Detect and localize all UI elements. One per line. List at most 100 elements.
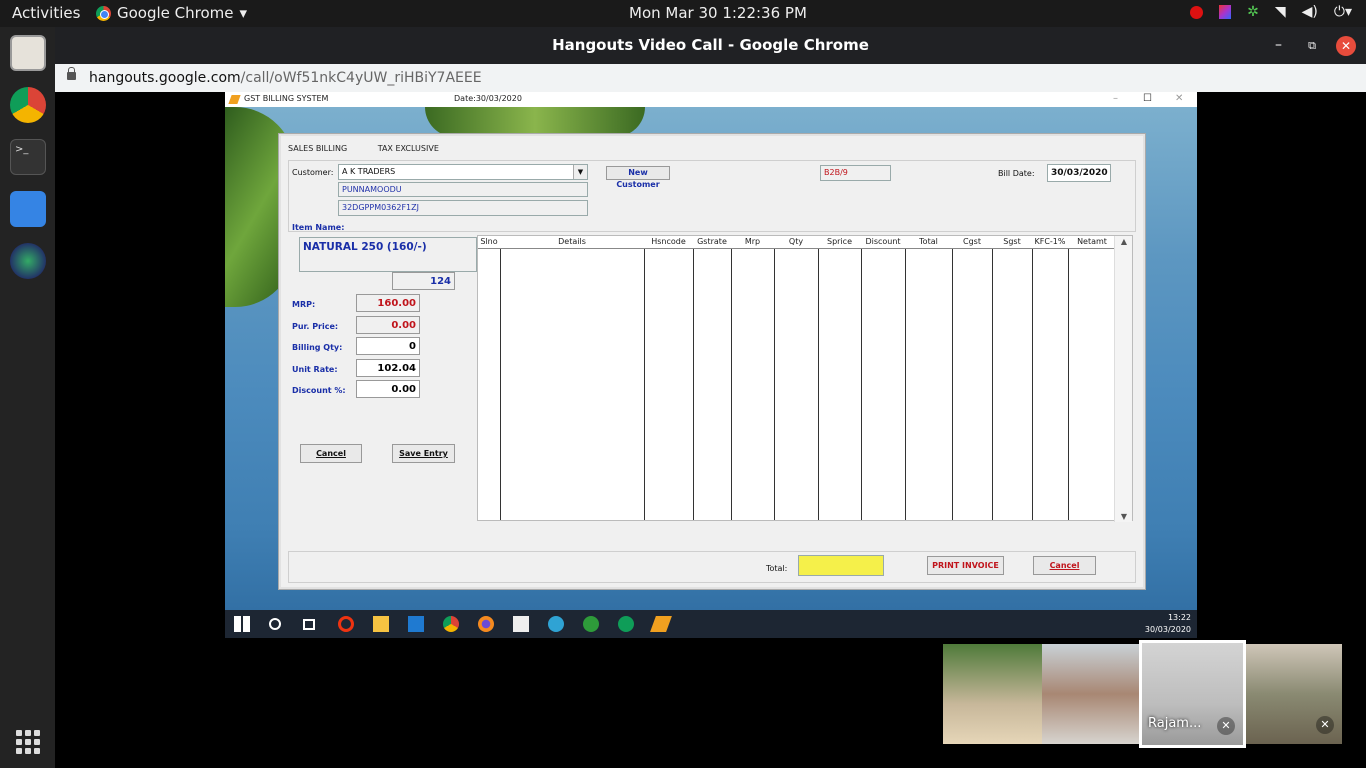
globe-icon[interactable] [10,243,46,279]
address-bar[interactable]: hangouts.google.com/call/oWf51nkC4yUW_ri… [55,64,1366,92]
opera-icon[interactable] [338,616,354,632]
participant-name: Rajam... [1148,716,1202,731]
col-header-slno[interactable]: Slno [478,236,500,249]
unit-rate-label: Unit Rate: [292,365,338,374]
col-header-hsncode[interactable]: Hsncode [644,236,693,249]
app-menu[interactable]: Google Chrome ▾ [96,4,247,22]
print-invoice-button[interactable]: PRINT INVOICE [927,556,1004,575]
participant-tile[interactable] [943,644,1042,744]
total-label: Total: [766,564,788,573]
tab-tax-exclusive[interactable]: TAX EXCLUSIVE [378,144,439,153]
col-header-kfc[interactable]: KFC-1% [1032,236,1068,249]
cancel-entry-button[interactable]: Cancel [300,444,362,463]
billing-app-icon[interactable] [650,616,672,632]
search-circle-icon[interactable] [269,618,281,630]
app-title: GST BILLING SYSTEM [244,94,329,103]
system-tray[interactable]: ✲ ◥ ◀) ⏻▾ [1190,4,1352,20]
table-scrollbar[interactable]: ▲ ▼ [1114,236,1132,522]
url-path: /call/oWf51nkC4yUW_riHBiY7AEEE [240,70,482,86]
firefox-icon[interactable] [478,616,494,632]
app-logo-icon [228,95,241,104]
task-view-icon[interactable] [303,619,315,630]
mic-muted-icon: ✕ [1316,716,1334,734]
tab-sales-billing[interactable]: SALES BILLING [288,144,347,153]
url-domain: hangouts.google.com [89,70,241,86]
col-header-mrp[interactable]: Mrp [731,236,774,249]
wifi-icon[interactable]: ◥ [1275,4,1286,20]
cancel-entry-label: Cancel [316,449,346,458]
chrome-icon[interactable] [443,616,459,632]
column-divider [992,249,993,520]
app-close-button[interactable]: ✕ [1175,93,1183,104]
activities-button[interactable]: Activities [12,4,80,22]
volume-icon[interactable]: ◀) [1302,4,1318,20]
bill-code: B2B/9 [820,165,891,181]
customer-place: PUNNAMOODU [338,182,588,197]
chrome-icon [96,5,111,21]
shared-screen: GST BILLING SYSTEM Date:30/03/2020 – ☐ ✕… [225,92,1197,638]
notes-icon[interactable] [513,616,529,632]
participant-tile[interactable] [1042,644,1141,744]
windows-taskbar: 13:22 30/03/2020 [225,610,1197,638]
files-icon[interactable] [10,35,46,71]
cancel-button[interactable]: Cancel [1033,556,1096,575]
col-header-cgst[interactable]: Cgst [952,236,992,249]
app-date: Date:30/03/2020 [454,94,522,103]
taskbar-clock[interactable]: 13:22 30/03/2020 [1145,612,1191,636]
participant-tile[interactable]: ✕ [1246,644,1342,744]
column-divider [693,249,694,520]
bill-date-field[interactable]: 30/03/2020 [1047,164,1111,182]
terminal-icon[interactable]: >_ [10,139,46,175]
record-icon[interactable] [1190,5,1204,19]
item-code-field[interactable]: 124 [392,272,455,290]
column-divider [818,249,819,520]
network-app-icon[interactable]: ✲ [1247,4,1259,20]
lock-icon [67,67,76,80]
customer-select[interactable]: A K TRADERS ▼ [338,164,588,180]
color-app-icon[interactable] [1219,5,1232,19]
item-name-label: Item Name: [292,223,345,232]
col-header-sprice[interactable]: Sprice [818,236,861,249]
participant-tile[interactable]: Rajam... ✕ [1139,640,1246,748]
unit-rate-field[interactable]: 102.04 [356,359,420,377]
bill-date-label: Bill Date: [998,169,1035,178]
app-minimize-button[interactable]: – [1113,93,1118,104]
items-table[interactable]: Slno Details Hsncode Gstrate Mrp Qty Spr… [477,235,1133,522]
total-field [798,555,884,576]
cloud-icon[interactable] [548,616,564,632]
hangouts-icon[interactable] [618,616,634,632]
tasks-icon[interactable] [10,191,46,227]
chrome-icon[interactable] [10,87,46,123]
chevron-down-icon[interactable]: ▼ [573,165,587,179]
minimize-button[interactable]: – [1275,27,1282,64]
discount-field[interactable]: 0.00 [356,380,420,398]
power-icon[interactable]: ⏻▾ [1334,4,1352,20]
save-entry-button[interactable]: Save Entry [392,444,455,463]
window-title: Hangouts Video Call - Google Chrome [552,36,869,54]
new-customer-button[interactable]: New Customer [606,166,670,189]
billing-qty-field[interactable]: 0 [356,337,420,355]
gnome-top-bar: Activities Google Chrome ▾ Mon Mar 30 1:… [0,0,1366,27]
col-header-total[interactable]: Total [905,236,952,249]
clock[interactable]: Mon Mar 30 1:22:36 PM [629,4,807,22]
file-explorer-icon[interactable] [373,616,389,632]
col-header-netamt[interactable]: Netamt [1068,236,1116,249]
windows-start-icon[interactable] [234,616,250,632]
column-divider [905,249,906,520]
scroll-down-icon[interactable]: ▼ [1115,512,1133,521]
show-applications-icon[interactable] [16,730,40,754]
column-divider [500,249,501,520]
col-header-details[interactable]: Details [500,236,644,249]
col-header-gstrate[interactable]: Gstrate [693,236,731,249]
pur-price-field: 0.00 [356,316,420,334]
maximize-button[interactable]: ⧉ [1308,27,1316,64]
scroll-up-icon[interactable]: ▲ [1115,237,1133,246]
xbox-icon[interactable] [583,616,599,632]
col-header-discount[interactable]: Discount [861,236,905,249]
url-text[interactable]: hangouts.google.com/call/oWf51nkC4yUW_ri… [89,64,482,92]
col-header-qty[interactable]: Qty [774,236,818,249]
mail-icon[interactable] [408,616,424,632]
app-maximize-button[interactable]: ☐ [1143,93,1152,104]
close-button[interactable]: ✕ [1336,36,1356,56]
col-header-sgst[interactable]: Sgst [992,236,1032,249]
